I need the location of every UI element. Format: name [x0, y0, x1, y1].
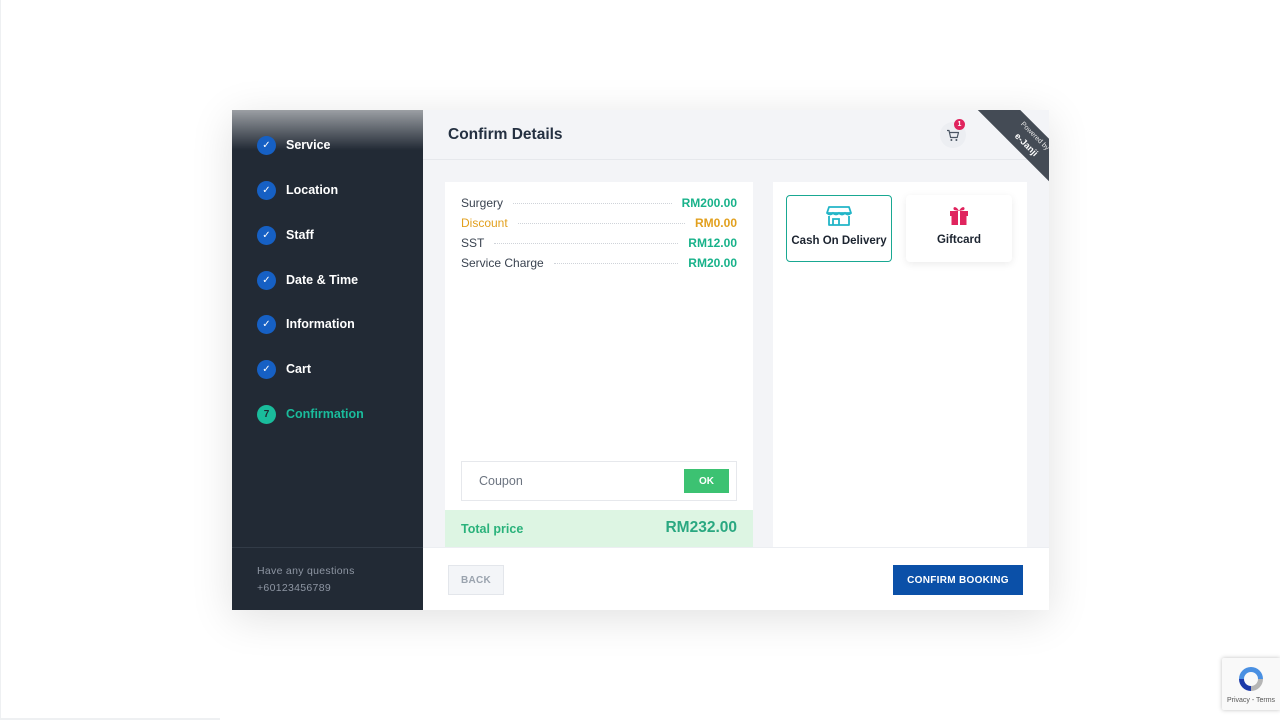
gift-icon	[950, 207, 968, 225]
step-label: Information	[286, 317, 355, 331]
cart-count-badge: 1	[954, 119, 965, 130]
step-number-badge: 7	[257, 404, 276, 424]
dotted-leader	[513, 202, 672, 204]
step-label: Confirmation	[286, 407, 364, 421]
store-icon	[826, 206, 852, 226]
step-date-time[interactable]: ✓ Date & Time	[257, 269, 358, 291]
line-item-name: Discount	[461, 216, 508, 230]
dotted-leader	[517, 222, 685, 224]
back-button[interactable]: BACK	[448, 565, 504, 595]
cart-icon	[947, 129, 960, 141]
page-title: Confirm Details	[448, 126, 563, 143]
coupon-box: OK	[461, 461, 737, 501]
sidebar-contact: Have any questions +60123456789	[232, 547, 423, 610]
check-icon: ✓	[257, 180, 276, 200]
recaptcha-badge[interactable]: Privacy - Terms	[1222, 658, 1280, 710]
payment-option-cash-on-delivery[interactable]: Cash On Delivery	[786, 195, 892, 262]
payment-option-label: Giftcard	[936, 234, 982, 246]
coupon-ok-button[interactable]: OK	[684, 469, 729, 493]
step-location[interactable]: ✓ Location	[257, 179, 338, 201]
page-edge	[0, 0, 1, 720]
check-icon: ✓	[257, 225, 276, 245]
total-value: RM232.00	[665, 519, 737, 536]
powered-by-ribbon[interactable]: Powered by e-Janji	[975, 110, 1049, 184]
step-label: Date & Time	[286, 273, 359, 287]
line-item-name: SST	[461, 236, 485, 250]
line-item-amount: RM12.00	[688, 236, 737, 250]
check-icon: ✓	[257, 314, 276, 334]
check-icon: ✓	[257, 135, 276, 155]
line-item: Discount RM0.00	[461, 215, 737, 231]
line-item: SST RM12.00	[461, 235, 737, 251]
recaptcha-terms[interactable]: Privacy - Terms	[1222, 697, 1280, 704]
confirm-booking-button[interactable]: CONFIRM BOOKING	[893, 565, 1023, 595]
wizard-footer: BACK CONFIRM BOOKING	[423, 547, 1049, 610]
line-item-name: Service Charge	[461, 256, 544, 270]
check-icon: ✓	[257, 270, 276, 290]
payment-option-giftcard[interactable]: Giftcard	[906, 195, 1012, 262]
dotted-leader	[494, 242, 679, 244]
check-icon: ✓	[257, 359, 276, 379]
recaptcha-icon	[1239, 667, 1263, 691]
line-item: Surgery RM200.00	[461, 195, 737, 211]
line-item: Service Charge RM20.00	[461, 255, 737, 271]
step-confirmation[interactable]: 7 Confirmation	[257, 403, 364, 425]
page-header: Confirm Details 1 Powered by e-Janji	[423, 110, 1049, 184]
contact-phone: +60123456789	[257, 582, 331, 594]
step-service[interactable]: ✓ Service	[257, 134, 330, 156]
booking-widget: ✓ Service ✓ Location ✓ Staff ✓ Date & Ti…	[232, 110, 1049, 610]
payment-methods: Cash On Delivery Giftcard	[773, 182, 1027, 547]
line-item-amount: RM0.00	[694, 216, 737, 230]
step-label: Service	[286, 138, 331, 152]
steps-sidebar: ✓ Service ✓ Location ✓ Staff ✓ Date & Ti…	[232, 110, 423, 610]
step-information[interactable]: ✓ Information	[257, 313, 355, 335]
main-content: Confirm Details 1 Powered by e-Janji Sur…	[423, 110, 1049, 610]
line-item-name: Surgery	[461, 196, 504, 210]
contact-question: Have any questions	[257, 565, 355, 577]
step-label: Cart	[286, 362, 312, 376]
step-staff[interactable]: ✓ Staff	[257, 224, 314, 246]
coupon-input[interactable]	[462, 462, 672, 500]
step-label: Location	[286, 183, 339, 197]
cart-button[interactable]: 1	[940, 119, 966, 148]
total-label: Total price	[461, 522, 524, 536]
payment-option-label: Cash On Delivery	[791, 235, 887, 247]
dotted-leader	[553, 262, 679, 264]
line-item-amount: RM20.00	[688, 256, 737, 270]
step-label: Staff	[286, 228, 314, 242]
step-cart[interactable]: ✓ Cart	[257, 358, 311, 380]
price-summary: Surgery RM200.00 Discount RM0.00 SST RM1…	[445, 182, 753, 547]
line-item-amount: RM200.00	[681, 196, 737, 210]
total-bar: Total price RM232.00	[445, 510, 753, 547]
